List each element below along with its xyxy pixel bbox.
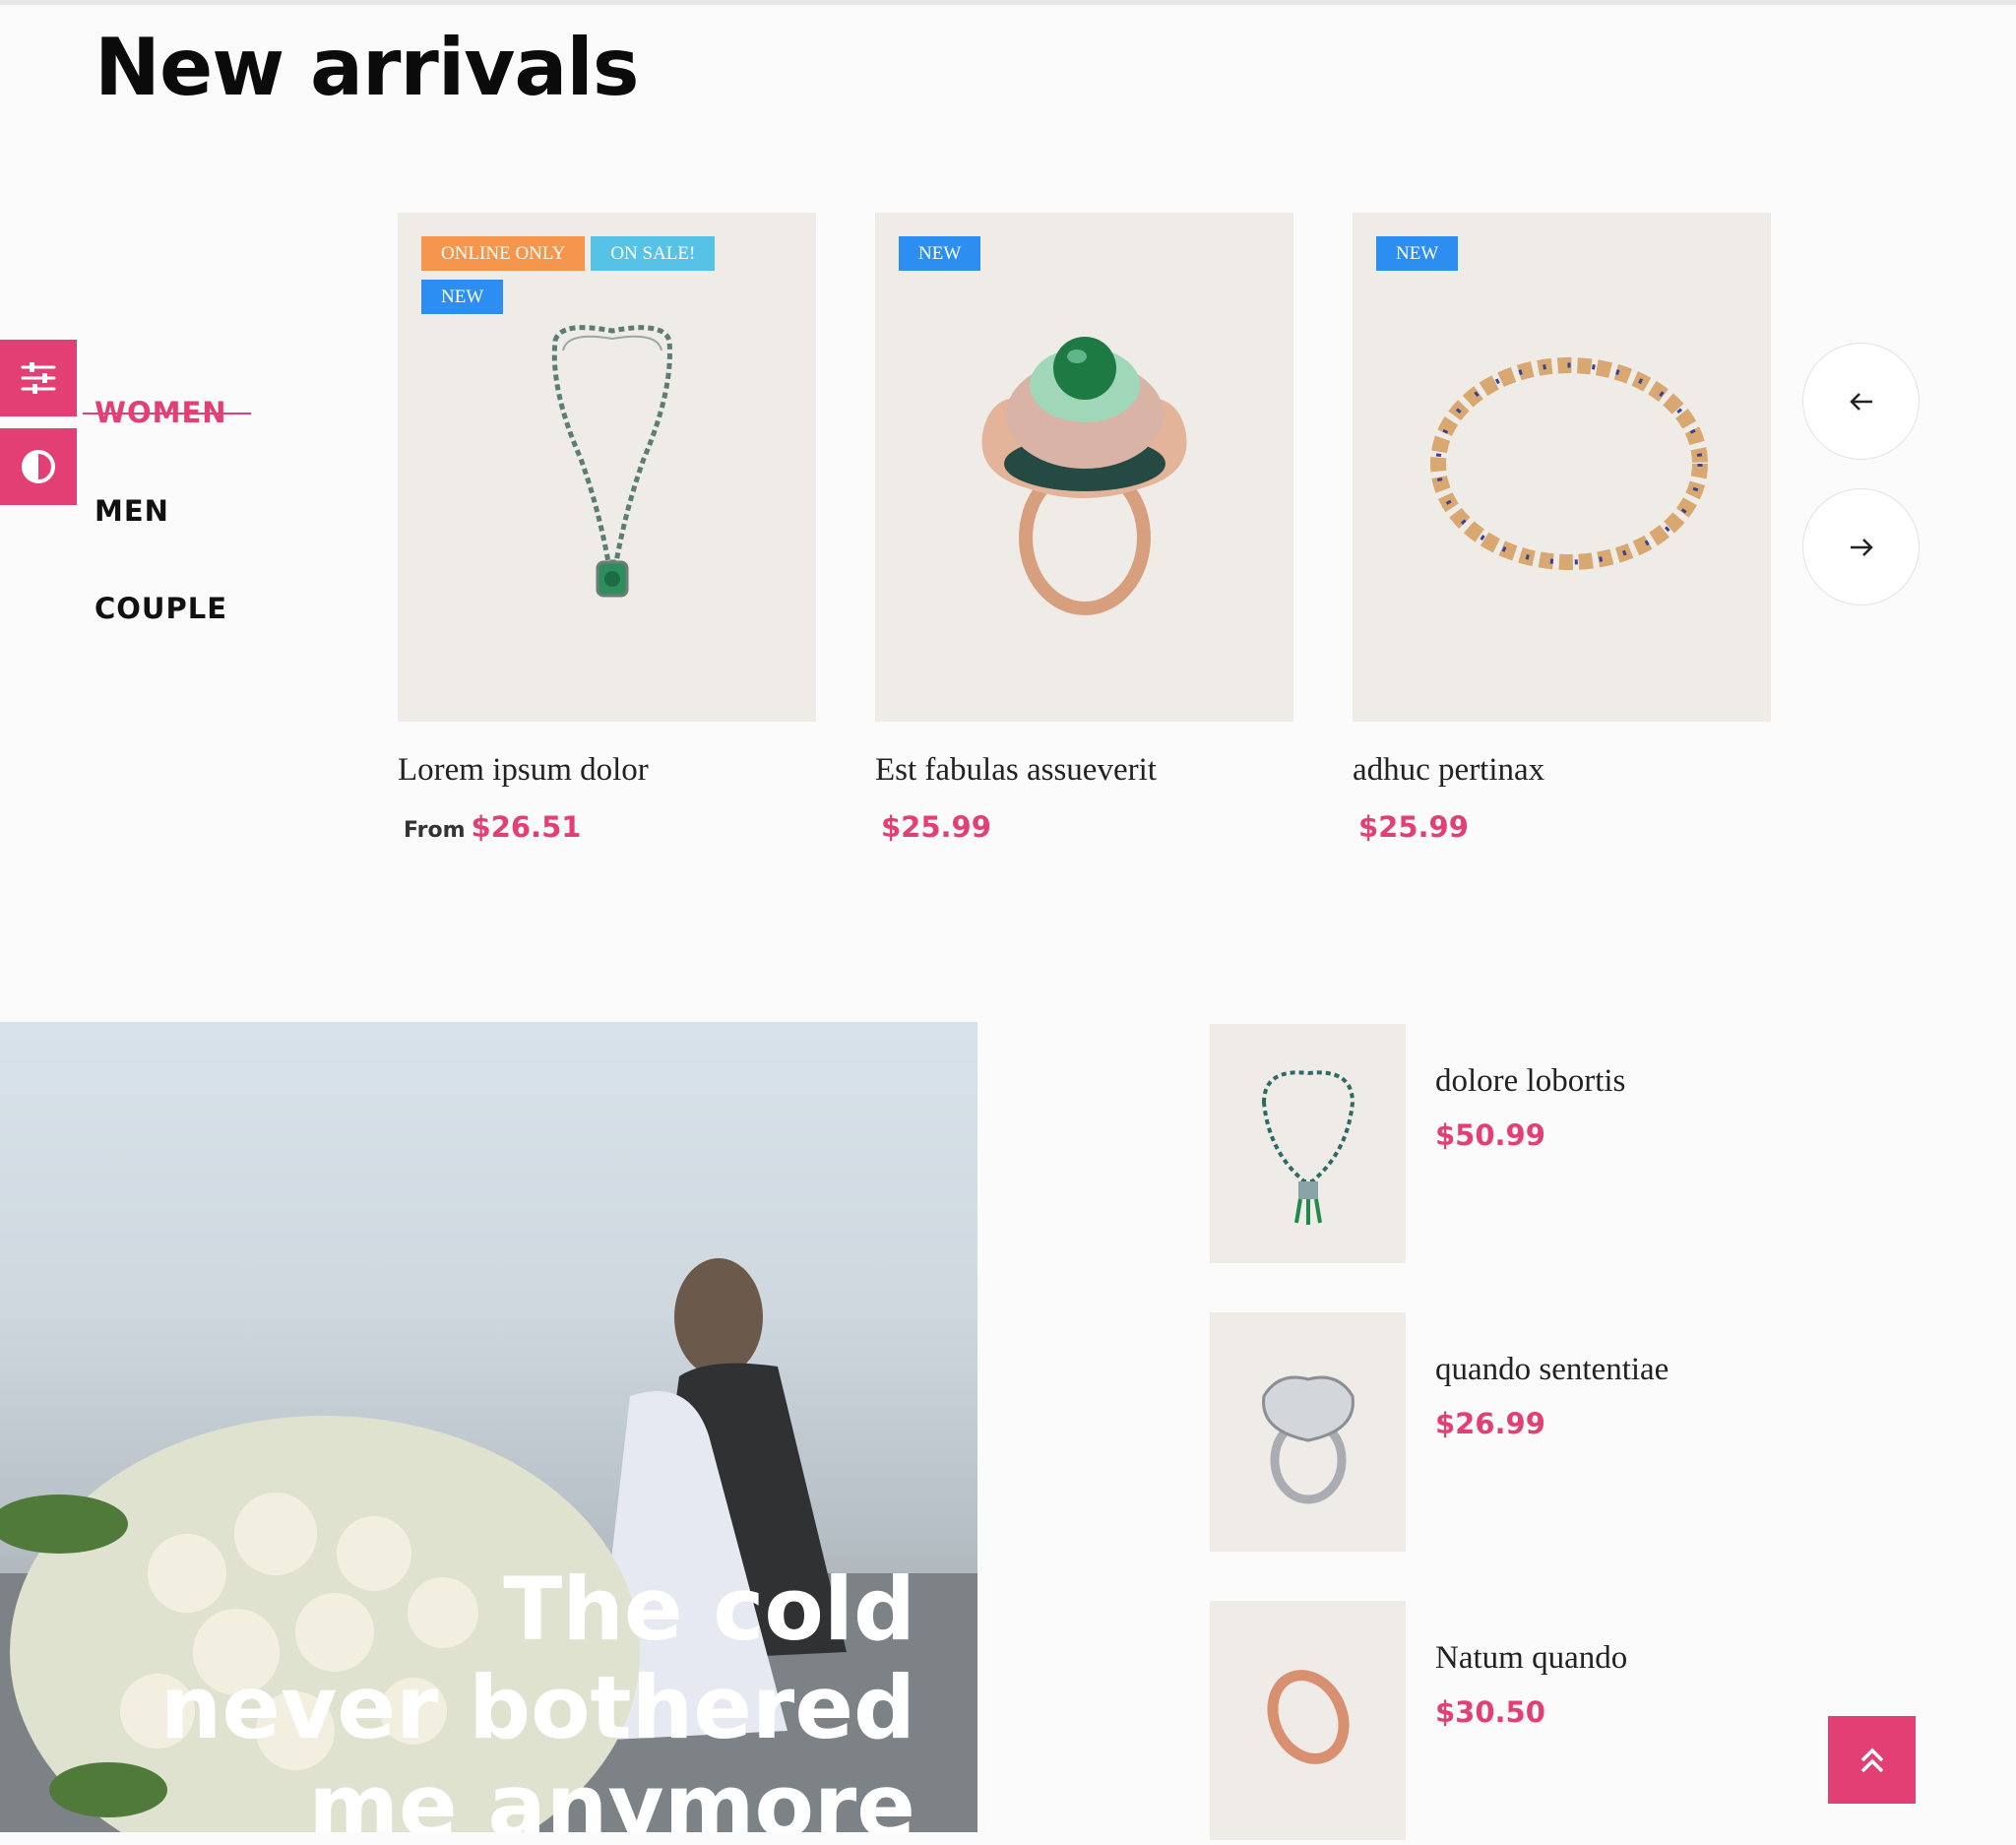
side-product-name[interactable]: Natum quando xyxy=(1435,1640,1627,1677)
badge-group: NEW xyxy=(1376,236,1731,280)
product-thumbnail[interactable]: NEW xyxy=(875,213,1293,722)
badge-on-sale: ON SALE! xyxy=(591,236,716,271)
product-card[interactable]: NEW Est fabulas assueverit $25.99 xyxy=(875,213,1293,844)
top-divider xyxy=(0,0,2016,5)
badge-new: NEW xyxy=(1376,236,1459,271)
side-product-price: $26.99 xyxy=(1435,1407,1545,1440)
product-price: $25.99 xyxy=(1358,810,1469,844)
side-product-price: $50.99 xyxy=(1435,1118,1545,1152)
product-price: $26.51 xyxy=(471,810,582,844)
price-prefix: From xyxy=(404,818,466,843)
side-product-name[interactable]: dolore lobortis xyxy=(1435,1063,1625,1100)
rose-gold-cocktail-ring-image xyxy=(981,337,1187,615)
filter-button[interactable] xyxy=(0,340,77,416)
sliders-icon xyxy=(21,362,56,394)
tassel-pendant-necklace-image xyxy=(1261,1070,1355,1225)
banner-line-3: me anymore xyxy=(308,1755,915,1833)
badge-new: NEW xyxy=(421,280,504,314)
side-product-price: $30.50 xyxy=(1435,1695,1545,1729)
promo-banner[interactable]: The cold never bothered me anymore xyxy=(0,1022,977,1832)
page-title: New arrivals xyxy=(94,22,639,113)
badge-new: NEW xyxy=(899,236,981,271)
product-name[interactable]: Est fabulas assueverit xyxy=(875,752,1293,789)
product-price: $25.99 xyxy=(881,810,991,844)
carousel-prev-button[interactable] xyxy=(1802,343,1920,460)
arrow-left-icon xyxy=(1849,392,1872,411)
category-women[interactable]: WOMEN xyxy=(83,396,251,429)
banner-line-2: never bothered xyxy=(159,1657,915,1758)
banner-headline: The cold never bothered me anymore xyxy=(49,1559,915,1833)
badge-group: ONLINE ONLY ON SALE! NEW xyxy=(421,236,776,323)
product-thumbnail[interactable]: NEW xyxy=(1353,213,1771,722)
double-chevron-up-icon xyxy=(1860,1748,1883,1772)
rose-gold-band-image xyxy=(1267,1670,1350,1764)
category-couple[interactable]: COUPLE xyxy=(94,592,227,625)
contrast-icon xyxy=(22,450,55,483)
product-card[interactable]: NEW adhuc pertinax $25.99 xyxy=(1353,213,1771,844)
product-price-line: $25.99 xyxy=(1353,810,1771,844)
product-name[interactable]: adhuc pertinax xyxy=(1353,752,1771,789)
side-product-name[interactable]: quando sententiae xyxy=(1435,1352,1669,1388)
category-men[interactable]: MEN xyxy=(94,494,169,528)
side-product-thumbnail[interactable] xyxy=(1210,1024,1406,1263)
arrow-right-icon xyxy=(1850,538,1873,556)
gold-sapphire-bracelet-image xyxy=(1430,357,1708,570)
banner-line-1: The cold xyxy=(503,1559,915,1660)
side-product-thumbnail[interactable] xyxy=(1210,1312,1406,1552)
carousel-next-button[interactable] xyxy=(1802,488,1920,605)
product-thumbnail[interactable]: ONLINE ONLY ON SALE! NEW xyxy=(398,213,816,722)
diamond-ring-image xyxy=(1262,1375,1354,1504)
badge-group: NEW xyxy=(899,236,1253,280)
product-name[interactable]: Lorem ipsum dolor xyxy=(398,752,816,789)
product-price-line: $25.99 xyxy=(875,810,1293,844)
contrast-button[interactable] xyxy=(0,428,77,505)
side-product-thumbnail[interactable] xyxy=(1210,1601,1406,1840)
product-card[interactable]: ONLINE ONLY ON SALE! NEW Lorem ipsum dolo… xyxy=(398,213,816,844)
badge-online-only: ONLINE ONLY xyxy=(421,236,586,271)
product-price-line: From $26.51 xyxy=(398,810,816,844)
scroll-to-top-button[interactable] xyxy=(1828,1716,1916,1804)
